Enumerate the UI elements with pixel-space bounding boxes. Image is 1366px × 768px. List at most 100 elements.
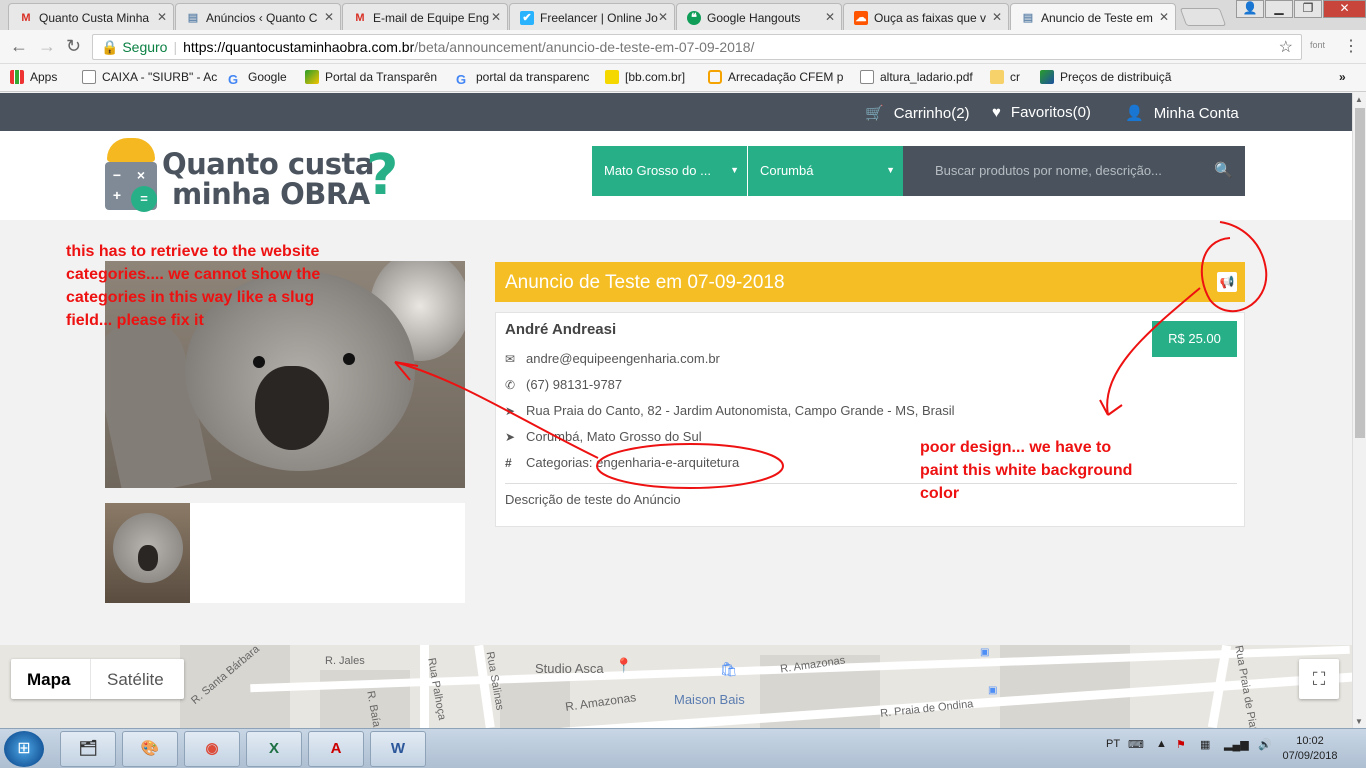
tab-6-active[interactable]: ▤ Anuncio de Teste em ✕	[1010, 3, 1176, 30]
secure-label: Seguro	[122, 39, 168, 55]
apps-grid-icon	[10, 70, 24, 84]
forward-arrow-icon[interactable]: →	[38, 36, 56, 57]
hashtag-icon: #	[505, 456, 512, 470]
bookmarks-more[interactable]: »	[1339, 70, 1346, 84]
clock-date: 07/09/2018	[1282, 750, 1338, 762]
cart-label: Carrinho(2)	[893, 105, 970, 122]
logo-text[interactable]: Quanto custa minha OBRA	[162, 149, 374, 209]
satellite-button[interactable]: Satélite	[107, 670, 164, 690]
minimize-button[interactable]: ▁	[1265, 0, 1293, 18]
city-select[interactable]: Corumbá ▼	[748, 146, 903, 196]
paint-icon[interactable]: 🎨	[122, 731, 178, 767]
phone-icon: ✆	[505, 378, 516, 392]
divider	[90, 659, 91, 699]
helmet-shape	[107, 138, 155, 162]
autocad-icon[interactable]: A	[308, 731, 364, 767]
font-extension-icon[interactable]: font	[1310, 40, 1325, 50]
tab-3[interactable]: ✔ Freelancer | Online Jo ✕	[509, 3, 675, 30]
bookmark-bb[interactable]: [bb.com.br]	[605, 70, 685, 84]
bookmark-google[interactable]: G Google	[228, 70, 287, 87]
soundcloud-icon: ☁	[854, 11, 868, 25]
scrollbar-thumb[interactable]	[1355, 108, 1365, 438]
bookmark-apps[interactable]: Apps	[10, 70, 57, 84]
phone-row: ✆ (67) 98131-9787	[505, 377, 622, 392]
scroll-down-icon[interactable]: ▼	[1355, 717, 1363, 726]
close-icon[interactable]: ✕	[491, 10, 501, 24]
device-icon[interactable]: ▦	[1200, 738, 1210, 751]
logo-line-1: Quanto custa	[162, 147, 374, 181]
location-value: Corumbá, Mato Grosso do Sul	[526, 429, 702, 444]
bookmark-star-icon[interactable]: ☆	[1279, 37, 1293, 57]
categories-row: # Categorias: engenharia-e-arquitetura	[505, 455, 739, 470]
minus-key: −	[112, 167, 122, 183]
explorer-icon[interactable]: 🗂	[60, 731, 116, 767]
search-input[interactable]: Buscar produtos por nome, descrição... 🔍	[903, 146, 1245, 196]
state-select[interactable]: Mato Grosso do ... ▼	[592, 146, 747, 196]
bookmark-caixa[interactable]: CAIXA - "SIURB" - Ac	[82, 70, 217, 84]
tab-1[interactable]: ▤ Anúncios ‹ Quanto C ✕	[175, 3, 341, 30]
url-path: /beta/announcement/anuncio-de-teste-em-0…	[414, 39, 755, 55]
fullscreen-icon[interactable]: ⛶	[1299, 659, 1339, 699]
tray-expand-icon[interactable]: ▲	[1156, 738, 1167, 750]
map-street-label: R. Jales	[325, 655, 365, 667]
map-pin-icon: 📍	[615, 657, 633, 673]
system-clock[interactable]: 10:02 07/09/2018	[1280, 734, 1340, 764]
tab-2[interactable]: M E-mail de Equipe Eng ✕	[342, 3, 508, 30]
envelope-icon: ✉	[505, 352, 516, 366]
tab-title: Google Hangouts	[707, 11, 801, 25]
google-map[interactable]: R. Santa Bárbara R. Jales Rua Palhoça Ru…	[0, 645, 1352, 728]
restore-button[interactable]: ❐	[1294, 0, 1322, 18]
logo-calculator-icon[interactable]: − × + =	[105, 138, 157, 212]
close-icon[interactable]: ✕	[658, 10, 668, 24]
bookmark-precos[interactable]: Preços de distribuiçã	[1040, 70, 1171, 84]
close-icon[interactable]: ✕	[324, 10, 334, 24]
bookmark-pdf[interactable]: altura_ladario.pdf	[860, 70, 973, 84]
window-close-button[interactable]: ✕	[1323, 0, 1366, 18]
reload-icon[interactable]: ↻	[66, 36, 81, 57]
tab-0[interactable]: M Quanto Custa Minha ✕	[8, 3, 174, 30]
cart-link[interactable]: 🛒 Carrinho(2)	[865, 104, 970, 122]
bookmark-portal-search[interactable]: Gportal da transparenc	[456, 70, 590, 87]
favorites-link[interactable]: ♥ Favoritos(0)	[992, 104, 1091, 121]
flag-icon	[1040, 70, 1054, 84]
email-value[interactable]: andre@equipeengenharia.com.br	[526, 351, 720, 366]
word-icon[interactable]: W	[370, 731, 426, 767]
close-icon[interactable]: ✕	[992, 10, 1002, 24]
page-scrollbar[interactable]: ▲ ▼	[1352, 93, 1366, 728]
chrome-icon[interactable]: ◉	[184, 731, 240, 767]
close-icon[interactable]: ✕	[825, 10, 835, 24]
bookmark-label: portal da transparenc	[476, 70, 590, 84]
koala-eye-shape	[253, 356, 265, 368]
volume-icon[interactable]: 🔊	[1258, 738, 1272, 751]
bookmark-cr[interactable]: cr	[990, 70, 1020, 84]
action-center-icon[interactable]: ⚑	[1176, 738, 1186, 751]
thumbnail-image[interactable]	[105, 503, 190, 603]
cfem-icon	[708, 70, 722, 84]
profile-icon[interactable]: 👤	[1236, 0, 1264, 18]
megaphone-icon[interactable]: 📢	[1217, 272, 1237, 292]
bookmark-portal[interactable]: Portal da Transparên	[305, 70, 437, 84]
new-tab-button[interactable]	[1179, 8, 1227, 26]
address-value: Rua Praia do Canto, 82 - Jardim Autonomi…	[526, 403, 955, 418]
close-icon[interactable]: ✕	[1159, 10, 1169, 24]
keyboard-icon[interactable]: ⌨	[1128, 738, 1144, 751]
scroll-up-icon[interactable]: ▲	[1355, 95, 1363, 104]
back-arrow-icon[interactable]: ←	[10, 36, 28, 57]
bookmark-cfem[interactable]: Arrecadação CFEM p	[708, 70, 843, 84]
flag-icon	[305, 70, 319, 84]
network-icon[interactable]: ▂▄▆	[1224, 738, 1249, 751]
close-icon[interactable]: ✕	[157, 10, 167, 24]
map-button[interactable]: Mapa	[27, 670, 70, 690]
url-input[interactable]: 🔒 Seguro | https://quantocustaminhaobra.co…	[92, 34, 1302, 60]
account-link[interactable]: 👤 Minha Conta	[1125, 104, 1239, 122]
windows-start-icon[interactable]: ⊞	[4, 731, 44, 767]
tab-title: Ouça as faixas que v	[874, 11, 987, 25]
language-indicator[interactable]: PT	[1106, 738, 1120, 750]
tab-5[interactable]: ☁ Ouça as faixas que v ✕	[843, 3, 1009, 30]
categories-value[interactable]: engenharia-e-arquitetura	[596, 455, 739, 470]
search-icon[interactable]: 🔍	[1214, 161, 1233, 179]
annotation-line: categories in this way like a slug	[66, 289, 315, 306]
tab-4[interactable]: ❝ Google Hangouts ✕	[676, 3, 842, 30]
chrome-menu-icon[interactable]: ⋮	[1343, 36, 1359, 56]
excel-icon[interactable]: X	[246, 731, 302, 767]
